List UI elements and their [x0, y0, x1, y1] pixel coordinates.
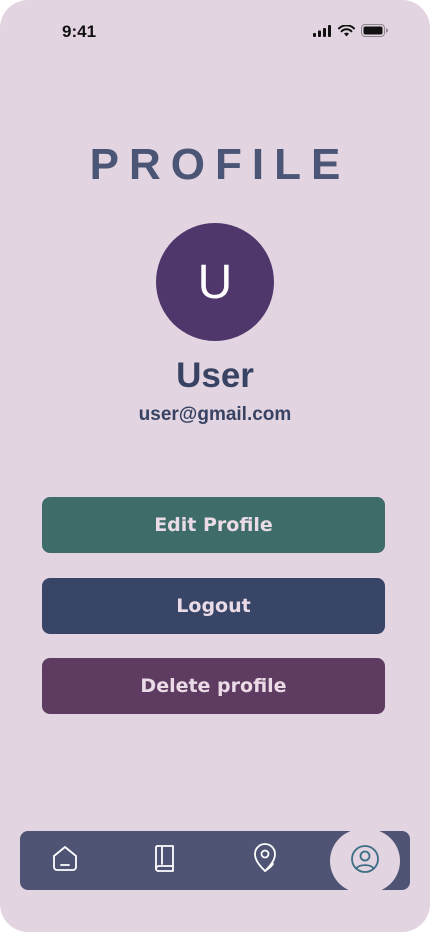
- nav-item-home[interactable]: [30, 831, 100, 890]
- phone-screen: 9:41 PROFILE U User user@gmail.com Edit …: [0, 0, 430, 932]
- page-title: PROFILE: [89, 140, 351, 189]
- nav-item-book[interactable]: [130, 831, 200, 890]
- user-name: User: [176, 356, 254, 395]
- user-email: user@gmail.com: [138, 404, 292, 425]
- status-bar: 9:41: [0, 0, 430, 62]
- edit-profile-button[interactable]: Edit Profile: [42, 497, 385, 553]
- avatar: U: [156, 223, 274, 341]
- cellular-signal-icon: [313, 24, 332, 37]
- wifi-icon: [338, 24, 355, 37]
- profile-icon: [350, 844, 380, 879]
- delete-profile-button[interactable]: Delete profile: [42, 658, 385, 714]
- map-pin-icon: [252, 843, 278, 878]
- nav-item-map[interactable]: [230, 831, 300, 890]
- battery-icon: [361, 24, 388, 37]
- status-icons: [313, 24, 388, 37]
- avatar-initial: U: [197, 255, 233, 309]
- nav-item-profile[interactable]: [330, 829, 400, 893]
- logout-button[interactable]: Logout: [42, 578, 385, 634]
- book-icon: [152, 843, 178, 878]
- home-icon: [51, 844, 79, 877]
- status-time: 9:41: [62, 22, 97, 41]
- bottom-nav: [20, 829, 410, 893]
